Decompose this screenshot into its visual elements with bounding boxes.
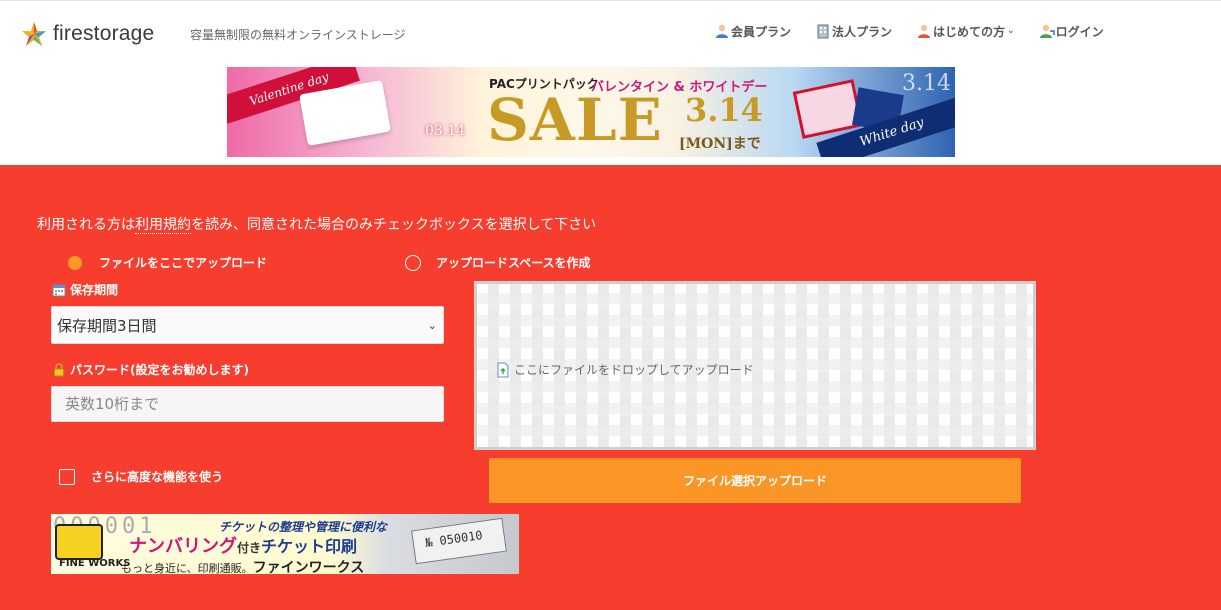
advanced-features-toggle[interactable]: さらに高度な機能を使う <box>59 468 223 485</box>
advanced-checkbox[interactable] <box>59 468 75 485</box>
nav-corporate-plan[interactable]: 法人プラン <box>815 22 892 40</box>
chevron-down-icon: ⌄ <box>427 319 437 332</box>
chevron-down-icon: ⌄ <box>1007 26 1015 36</box>
banner-until: [MON]まで <box>679 136 761 152</box>
nav-login[interactable]: ログイン <box>1039 22 1104 40</box>
radio-unchecked-icon[interactable] <box>405 254 421 271</box>
banner-sale: SALE <box>487 86 663 154</box>
building-icon <box>815 23 831 39</box>
file-select-upload-button[interactable]: ファイル選択アップロード <box>489 458 1021 503</box>
logo-text: firestorage <box>53 22 155 45</box>
file-dropzone[interactable]: ここにファイルをドロップしてアップロード <box>474 281 1036 450</box>
advanced-label: さらに高度な機能を使う <box>91 470 224 484</box>
password-label-text: パスワード(設定をお勧めします) <box>70 363 249 377</box>
flame-logo-icon <box>21 21 47 47</box>
radio-label: アップロードスペースを作成 <box>436 256 591 270</box>
dropzone-hint: ここにファイルをドロップしてアップロード <box>495 361 754 378</box>
site-logo[interactable]: firestorage <box>21 20 154 48</box>
password-input[interactable] <box>51 386 444 422</box>
sale-banner-ad[interactable]: Valentine day 03.14 PACプリントパック バレンタイン & … <box>227 67 955 157</box>
lock-icon <box>52 362 66 377</box>
login-icon <box>1039 23 1055 39</box>
ad-tagline-text: もっと身近に、印刷通販。 <box>121 562 253 574</box>
ad-tagline-brand: ファインワークス <box>252 560 365 574</box>
nav-label: ログイン <box>1055 24 1104 39</box>
file-upload-icon <box>495 362 511 378</box>
ad-headline-sub: 付き <box>237 541 262 555</box>
radio-label: ファイルをここでアップロード <box>99 256 268 270</box>
period-select[interactable]: 保存期間3日間 ⌄ <box>51 306 444 344</box>
radio-create-space[interactable]: アップロードスペースを作成 <box>405 254 591 271</box>
notice-suffix: を読み、同意された場合のみチェックボックスを選択して下さい <box>191 217 597 233</box>
nav-label: はじめての方 <box>933 24 1006 39</box>
tv-mascot-image <box>55 524 103 560</box>
password-label: パスワード(設定をお勧めします) <box>52 361 249 378</box>
header-nav: 会員プラン 法人プラン はじめての方 ⌄ ログイン <box>714 22 1128 40</box>
period-label-text: 保存期間 <box>70 283 119 297</box>
ad-brand: FINE WORKS <box>59 558 131 569</box>
banner-date-right: 3.14 <box>902 71 951 96</box>
nav-member-plan[interactable]: 会員プラン <box>714 22 791 40</box>
period-label: 保存期間 <box>52 281 118 298</box>
dropzone-text: ここにファイルをドロップしてアップロード <box>514 363 754 377</box>
ad-headline-2: チケット印刷 <box>261 537 358 556</box>
terms-notice: 利用される方は利用規約を読み、同意された場合のみチェックボックスを選択して下さい <box>37 214 596 234</box>
calendar-icon <box>52 283 66 297</box>
beginner-icon <box>916 23 932 39</box>
site-tagline: 容量無制限の無料オンラインストレージ <box>190 28 406 42</box>
banner-date: 3.14 <box>685 91 763 129</box>
notice-prefix: 利用される方は <box>37 217 135 233</box>
ad-headline: ナンバリング付きチケット印刷 <box>129 532 357 558</box>
nav-label: 法人プラン <box>832 24 893 39</box>
ad-tagline: もっと身近に、印刷通販。ファインワークス <box>121 557 364 574</box>
terms-link[interactable]: 利用規約 <box>135 217 191 234</box>
nav-label: 会員プラン <box>731 24 792 39</box>
numbering-ticket-ad[interactable]: 000001 チケットの整理や管理に便利な ナンバリング付きチケット印刷 FIN… <box>51 514 519 574</box>
upload-section: 利用される方は利用規約を読み、同意された場合のみチェックボックスを選択して下さい… <box>0 165 1221 610</box>
nav-beginner[interactable]: はじめての方 ⌄ <box>916 22 1015 40</box>
member-icon <box>714 23 730 39</box>
period-select-value: 保存期間3日間 <box>57 317 157 335</box>
site-header: firestorage 容量無制限の無料オンラインストレージ 会員プラン 法人プ… <box>0 0 1221 66</box>
ad-headline-main: ナンバリング <box>129 536 237 557</box>
radio-upload-here[interactable]: ファイルをここでアップロード <box>67 254 267 271</box>
radio-checked-icon[interactable] <box>68 255 82 270</box>
banner-date-small: 03.14 <box>425 123 466 139</box>
